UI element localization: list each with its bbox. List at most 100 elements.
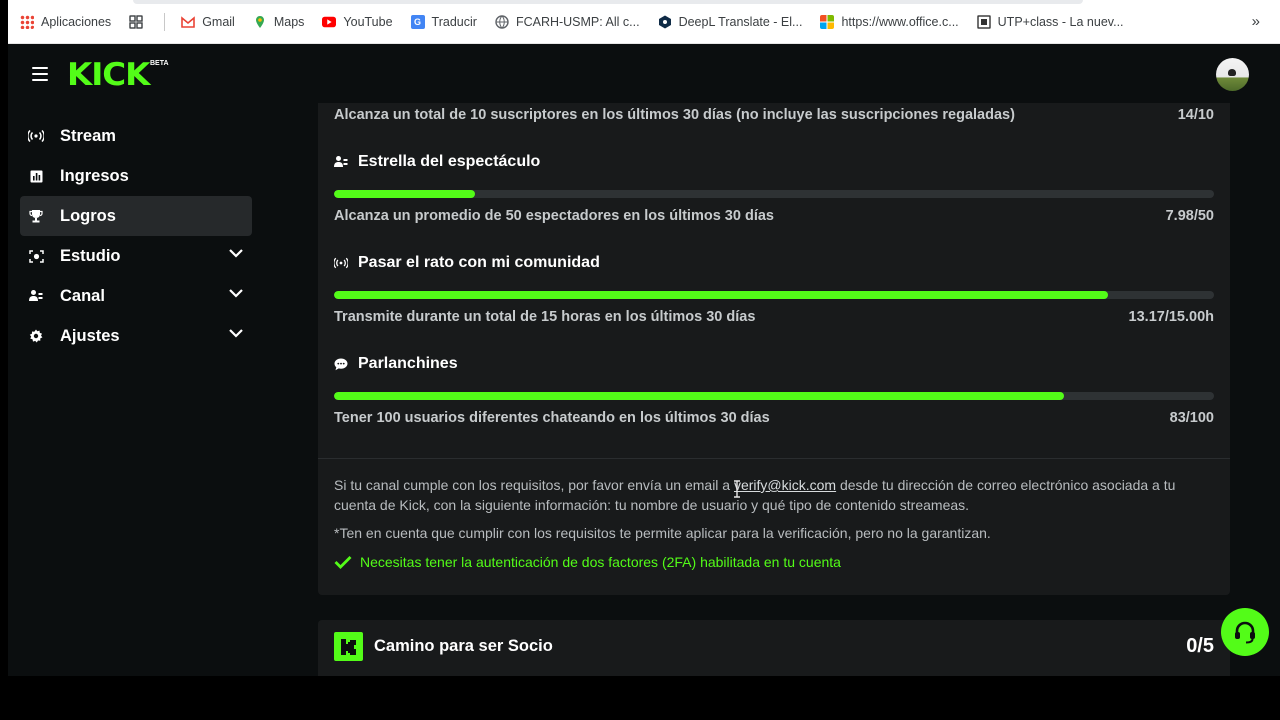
site-header: KICK BETA: [8, 45, 1280, 103]
users-icon: [28, 288, 44, 304]
menu-icon[interactable]: [32, 67, 48, 81]
bookmark-label: https://www.office.c...: [841, 14, 959, 29]
sidebar-item-label: Stream: [60, 126, 116, 145]
achievement-title-row: Pasar el rato con mi comunidad: [334, 254, 600, 272]
squares-icon: [129, 14, 143, 29]
bookmark-label: Gmail: [202, 14, 235, 29]
bookmark-gmail[interactable]: Gmail: [181, 15, 235, 29]
bookmarks-more-button[interactable]: »: [1252, 13, 1260, 30]
progress-bar-fill: [334, 392, 1065, 400]
maps-icon: [255, 15, 264, 28]
bookmark-label: Aplicaciones: [41, 14, 112, 29]
achievement-description-row: Alcanza un promedio de 50 espectadores e…: [334, 208, 1214, 224]
gmail-icon: [181, 15, 195, 28]
progress-bar-fill: [334, 291, 1109, 299]
sidebar-item-canal[interactable]: Canal: [20, 276, 252, 316]
achievement-title: Estrella del espectáculo: [358, 153, 541, 170]
sidebar-item-stream[interactable]: Stream: [20, 116, 252, 156]
utp-icon: [976, 14, 991, 29]
bookmark-maps[interactable]: Maps: [253, 14, 305, 29]
deepl-icon: [658, 15, 671, 28]
broadcast-icon: [334, 256, 348, 270]
bookmarks-bar: Aplicaciones Gmail Maps YouTube G Traduc…: [8, 0, 1280, 44]
achievement-description-row: Transmite durante un total de 15 horas e…: [334, 309, 1214, 325]
bookmark-deepl[interactable]: DeepL Translate - El...: [658, 14, 803, 29]
bookmark-fcarh[interactable]: FCARH-USMP: All c...: [495, 15, 640, 29]
beta-badge: BETA: [150, 60, 169, 67]
achievement-title-row: Parlanchines: [334, 355, 458, 373]
sidebar-item-logros[interactable]: Logros: [20, 196, 252, 236]
achievement-value: 7.98/50: [1165, 208, 1214, 224]
main-content: Alcanza un total de 10 suscriptores en l…: [318, 103, 1230, 676]
sidebar: Stream Ingresos Logros Estudio Canal Aju…: [8, 103, 268, 676]
bookmark-youtube[interactable]: YouTube: [322, 14, 393, 29]
headset-icon: [1235, 621, 1255, 644]
achievement-description: Transmite durante un total de 15 horas e…: [334, 309, 756, 325]
progress-bar-track: [334, 190, 1214, 198]
broadcast-icon: [28, 128, 44, 144]
bookmark-utp[interactable]: UTP+class - La nuev...: [976, 14, 1124, 29]
progress-bar-track: [334, 291, 1214, 299]
2fa-requirement-text: Necesitas tener la autenticación de dos …: [360, 554, 841, 570]
achievement-description: Alcanza un total de 10 suscriptores en l…: [334, 107, 1015, 123]
chevron-down-icon[interactable]: [228, 288, 244, 298]
verify-note: *Ten en cuenta que cumplir con los requi…: [334, 525, 991, 541]
bookmark-label: YouTube: [343, 14, 393, 29]
office-icon: [820, 14, 835, 29]
achievement-title: Parlanchines: [358, 355, 458, 372]
gear-icon: [28, 328, 44, 344]
achievement-subscribers-row: Alcanza un total de 10 suscriptores en l…: [334, 107, 1214, 123]
achievement-title-row: Estrella del espectáculo: [334, 153, 540, 171]
sidebar-item-ajustes[interactable]: Ajustes: [20, 316, 252, 356]
verify-email-link[interactable]: verify@kick.com: [734, 477, 836, 493]
progress-bar-fill: [334, 190, 475, 198]
bookmark-label: Traducir: [431, 14, 477, 29]
chat-icon: [334, 357, 348, 371]
user-avatar[interactable]: [1216, 58, 1249, 91]
bookmark-label: DeepL Translate - El...: [678, 14, 803, 29]
achievement-title: Pasar el rato con mi comunidad: [358, 254, 600, 271]
achievement-description: Tener 100 usuarios diferentes chateando …: [334, 410, 770, 426]
chevron-down-icon[interactable]: [228, 248, 244, 258]
check-icon: [334, 556, 352, 569]
sidebar-item-label: Ajustes: [60, 326, 120, 345]
camera-icon: [28, 248, 44, 264]
achievement-value: 83/100: [1169, 410, 1214, 426]
sidebar-item-label: Canal: [60, 286, 105, 305]
apps-grid-icon: [20, 14, 34, 29]
progress-bar-track: [334, 392, 1214, 400]
verification-card: Alcanza un total de 10 suscriptores en l…: [318, 103, 1230, 595]
bookmark-label: UTP+class - La nuev...: [997, 14, 1124, 29]
bookmark-label: Maps: [273, 14, 305, 29]
sidebar-item-label: Ingresos: [60, 166, 129, 185]
chart-icon: [28, 168, 44, 184]
chevron-down-icon[interactable]: [228, 328, 244, 338]
bookmark-apps[interactable]: Aplicaciones: [20, 14, 112, 29]
bookmark-office[interactable]: https://www.office.c...: [820, 14, 959, 29]
bookmark-label: FCARH-USMP: All c...: [515, 14, 640, 29]
globe-icon: [495, 14, 509, 29]
bookmark-translate[interactable]: G Traducir: [410, 14, 477, 29]
text-cursor-icon: [734, 480, 740, 498]
users-icon: [334, 155, 348, 169]
achievement-value: 14/10: [1177, 107, 1214, 123]
achievement-description: Alcanza un promedio de 50 espectadores e…: [334, 208, 774, 224]
verify-instructions: Si tu canal cumple con los requisitos, p…: [334, 475, 1214, 515]
sidebar-item-estudio[interactable]: Estudio: [20, 236, 252, 276]
youtube-icon: [322, 16, 337, 27]
bookmark-squares[interactable]: [129, 14, 150, 29]
support-chat-button[interactable]: [1221, 608, 1269, 656]
browser-window: Aplicaciones Gmail Maps YouTube G Traduc…: [8, 0, 1280, 676]
partner-path-count: 0/5: [1186, 635, 1214, 657]
partner-path-title: Camino para ser Socio: [374, 637, 553, 655]
partner-path-card[interactable]: Camino para ser Socio 0/5: [318, 620, 1230, 676]
kick-k-icon: [334, 632, 363, 661]
bookmark-separator: [164, 12, 166, 31]
achievement-description-row: Tener 100 usuarios diferentes chateando …: [334, 410, 1214, 426]
section-divider: [318, 458, 1230, 459]
verify-text-before: Si tu canal cumple con los requisitos, p…: [334, 477, 734, 493]
2fa-requirement: Necesitas tener la autenticación de dos …: [334, 554, 841, 570]
sidebar-item-label: Logros: [60, 206, 116, 225]
sidebar-item-ingresos[interactable]: Ingresos: [20, 156, 252, 196]
kick-logo[interactable]: KICK: [67, 57, 150, 93]
